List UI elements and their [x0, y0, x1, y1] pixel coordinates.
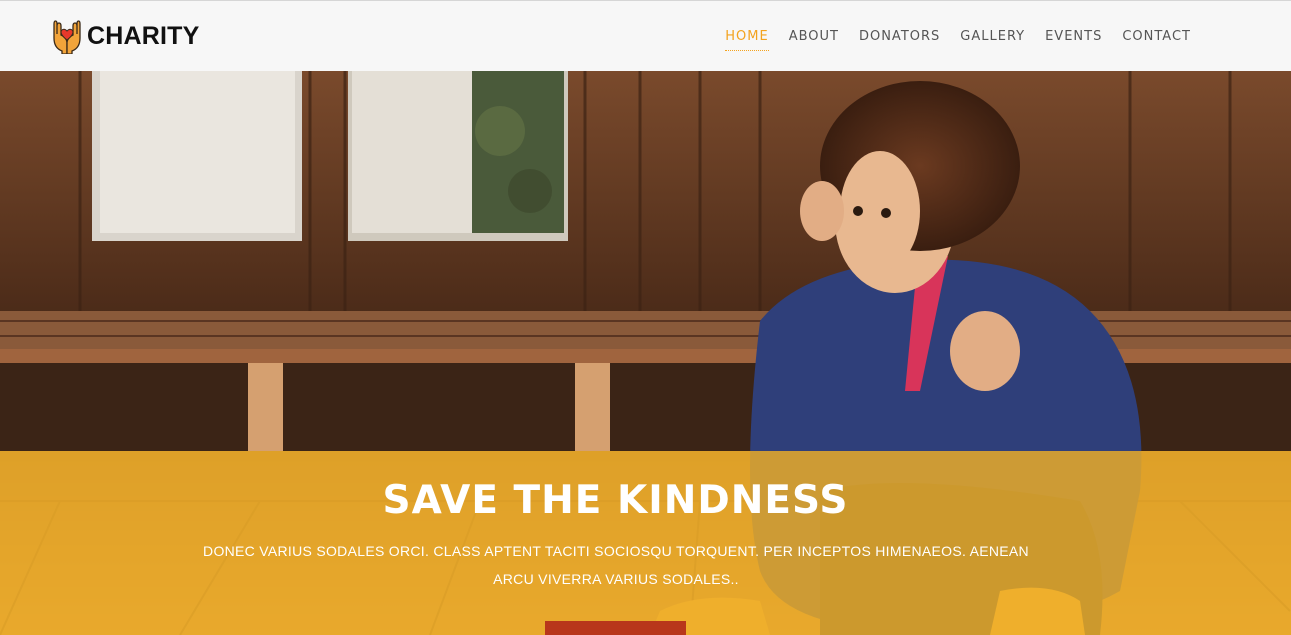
nav-item-donators[interactable]: DONATORS — [859, 29, 940, 51]
hero-description: DONEC VARIUS SODALES ORCI. CLASS APTENT … — [203, 543, 1029, 587]
nav-item-home[interactable]: HOME — [725, 29, 769, 51]
nav-item-about[interactable]: ABOUT — [789, 29, 839, 51]
main-nav: HOME ABOUT DONATORS GALLERY EVENTS CONTA… — [705, 29, 1191, 51]
hero-cta-button[interactable] — [545, 621, 686, 635]
brand-name: CHARITY — [87, 21, 200, 50]
nav-item-events[interactable]: EVENTS — [1045, 29, 1102, 51]
nav-item-gallery[interactable]: GALLERY — [960, 29, 1025, 51]
nav-item-contact[interactable]: CONTACT — [1122, 29, 1191, 51]
heart-in-hands-icon — [51, 18, 83, 54]
hero-section: SAVE THE KINDNESS DONEC VARIUS SODALES O… — [0, 71, 1291, 635]
brand-logo[interactable]: CHARITY — [51, 18, 200, 54]
site-header: CHARITY HOME ABOUT DONATORS GALLERY EVEN… — [0, 0, 1291, 71]
hero-title: SAVE THE KINDNESS — [382, 478, 849, 523]
page: CHARITY HOME ABOUT DONATORS GALLERY EVEN… — [0, 0, 1291, 635]
